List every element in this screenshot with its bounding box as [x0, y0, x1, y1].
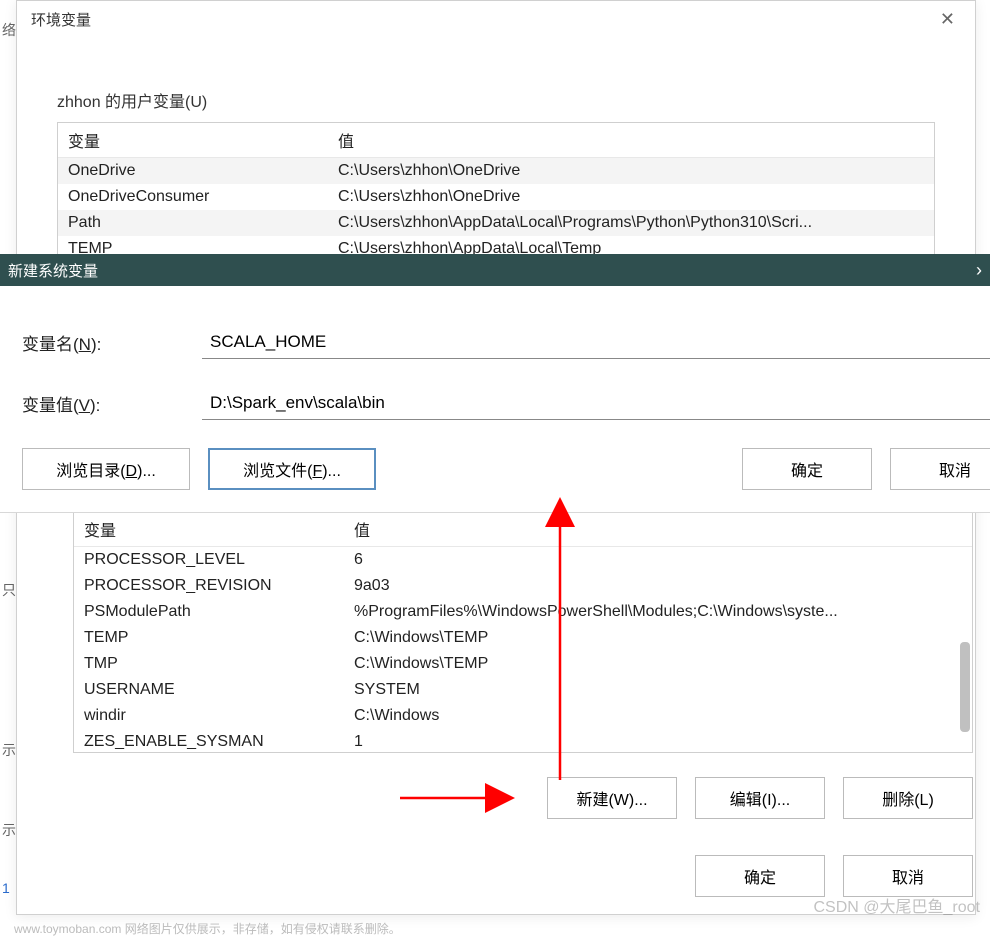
table-row[interactable]: PathC:\Users\zhhon\AppData\Local\Program… — [58, 210, 934, 236]
dialog-titlebar: 环境变量 ✕ — [17, 1, 975, 38]
new-system-var-dialog: 变量名(N): 变量值(V): 浏览目录(D)... 浏览文件(F)... 确定… — [0, 286, 990, 513]
modal-title: 新建系统变量 — [8, 260, 98, 281]
table-row[interactable]: PROCESSOR_REVISION9a03 — [74, 573, 972, 599]
col-header-variable[interactable]: 变量 — [58, 123, 328, 158]
table-row[interactable]: PSModulePath%ProgramFiles%\WindowsPowerS… — [74, 599, 972, 625]
var-value-label: 变量值(V): — [22, 391, 202, 416]
cancel-button[interactable]: 取消 — [843, 855, 973, 897]
var-value-input[interactable] — [202, 387, 990, 420]
col-header-variable[interactable]: 变量 — [74, 512, 344, 547]
modal-ok-button[interactable]: 确定 — [742, 448, 872, 490]
ok-button[interactable]: 确定 — [695, 855, 825, 897]
new-system-var-titlebar: 新建系统变量 › — [0, 254, 990, 286]
system-vars-buttons: 新建(W)... 编辑(I)... 删除(L) — [73, 777, 973, 819]
col-header-value[interactable]: 值 — [328, 123, 934, 158]
dialog-footer: 确定 取消 — [73, 855, 973, 897]
modal-cancel-button[interactable]: 取消 — [890, 448, 990, 490]
footnote-text: www.toymoban.com 网络图片仅供展示，非存储，如有侵权请联系删除。 — [14, 920, 401, 937]
table-row[interactable]: TMPC:\Windows\TEMP — [74, 651, 972, 677]
table-row[interactable]: USERNAMESYSTEM — [74, 677, 972, 703]
browse-file-button[interactable]: 浏览文件(F)... — [208, 448, 376, 490]
table-row[interactable]: TEMPC:\Windows\TEMP — [74, 625, 972, 651]
col-header-value[interactable]: 值 — [344, 512, 972, 547]
watermark-text: CSDN @大尾巴鱼_root — [814, 893, 981, 917]
table-row[interactable]: ZES_ENABLE_SYSMAN1 — [74, 729, 972, 753]
delete-system-var-button[interactable]: 删除(L) — [843, 777, 973, 819]
user-vars-table[interactable]: 变量 值 OneDriveC:\Users\zhhon\OneDrive One… — [57, 122, 935, 260]
var-name-input[interactable] — [202, 326, 990, 359]
close-icon[interactable]: ✕ — [934, 7, 961, 32]
table-row[interactable]: OneDriveConsumerC:\Users\zhhon\OneDrive — [58, 184, 934, 210]
user-vars-label: zhhon 的用户变量(U) — [17, 38, 975, 122]
table-row[interactable]: PROCESSOR_LEVEL6 — [74, 547, 972, 574]
var-name-label: 变量名(N): — [22, 330, 202, 355]
edit-system-var-button[interactable]: 编辑(I)... — [695, 777, 825, 819]
browse-directory-button[interactable]: 浏览目录(D)... — [22, 448, 190, 490]
chevron-right-icon[interactable]: › — [976, 260, 982, 281]
table-row[interactable]: windirC:\Windows — [74, 703, 972, 729]
table-row[interactable]: OneDriveC:\Users\zhhon\OneDrive — [58, 158, 934, 185]
new-system-var-button[interactable]: 新建(W)... — [547, 777, 677, 819]
dialog-title: 环境变量 — [31, 9, 91, 30]
system-vars-table[interactable]: 变量 值 PROCESSOR_LEVEL6 PROCESSOR_REVISION… — [73, 511, 973, 753]
scrollbar-thumb[interactable] — [960, 642, 970, 732]
